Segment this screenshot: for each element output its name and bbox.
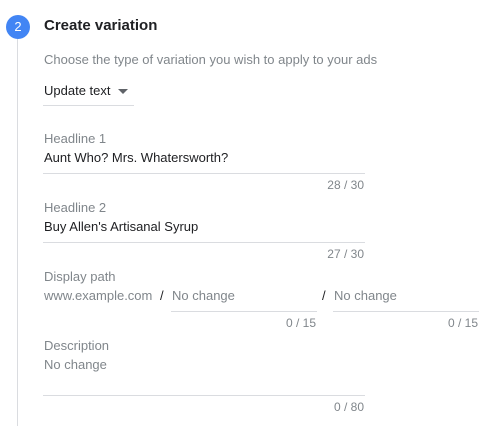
path2-underline (333, 311, 479, 312)
display-url-base: www.example.com (44, 288, 153, 303)
path1-placeholder: No change (172, 288, 235, 303)
display-path-label: Display path (44, 269, 116, 284)
headline2-char-counter: 27 / 30 (327, 247, 364, 261)
path2-input[interactable]: No change (333, 284, 479, 311)
path1-input[interactable]: No change (171, 284, 317, 311)
create-variation-panel: 2 Create variation Choose the type of va… (0, 0, 492, 426)
description-label: Description (44, 338, 110, 353)
path-separator-2: / (322, 288, 326, 303)
headline1-value: Aunt Who? Mrs. Whatersworth? (44, 150, 229, 165)
headline2-underline (43, 242, 365, 243)
description-input[interactable]: No change (43, 353, 365, 395)
variation-type-dropdown[interactable]: Update text (43, 80, 134, 106)
path2-char-counter: 0 / 15 (447, 316, 478, 330)
headline2-input[interactable]: Buy Allen's Artisanal Syrup (43, 215, 365, 242)
caret-down-icon (118, 89, 128, 94)
variation-type-selected: Update text (44, 83, 111, 98)
path-separator-1: / (160, 288, 164, 303)
headline2-label: Headline 2 (44, 200, 107, 215)
description-char-counter: 0 / 80 (333, 400, 364, 414)
step-number-badge: 2 (6, 15, 30, 39)
headline1-input[interactable]: Aunt Who? Mrs. Whatersworth? (43, 146, 365, 173)
path1-underline (171, 311, 317, 312)
path1-char-counter: 0 / 15 (285, 316, 316, 330)
headline1-char-counter: 28 / 30 (327, 178, 364, 192)
step-connector-line (17, 38, 18, 426)
headline2-value: Buy Allen's Artisanal Syrup (44, 219, 199, 234)
description-placeholder: No change (44, 357, 107, 372)
description-underline (43, 395, 365, 396)
section-subtitle: Choose the type of variation you wish to… (44, 52, 378, 67)
path2-placeholder: No change (334, 288, 397, 303)
headline1-label: Headline 1 (44, 131, 107, 146)
headline1-underline (43, 173, 365, 174)
section-title: Create variation (44, 17, 158, 34)
